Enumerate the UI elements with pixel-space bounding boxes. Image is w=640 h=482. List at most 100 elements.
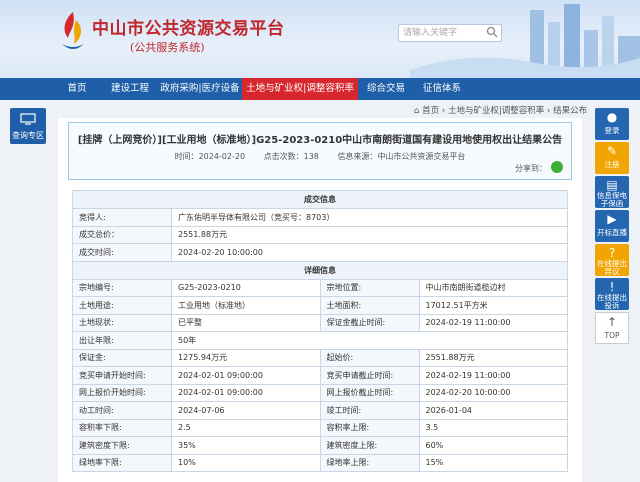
cell-label: 容积率下限:: [72, 418, 172, 437]
nav-item-procurement[interactable]: 政府采购|医疗设备: [158, 78, 242, 100]
click-count: 138: [303, 152, 319, 161]
right-toolbar: ● 登录 ✎ 注册 ▤ 信息保电子保函 ▶ 开标直播 ? 在线提出异议 ! 在线…: [595, 108, 629, 346]
monitor-icon: [20, 113, 36, 125]
complaint-label: 在线提出投诉: [597, 293, 627, 310]
cell-label: 成交时间:: [72, 243, 172, 262]
table-row: 宗地编号: G25-2023-0210 宗地位置: 中山市南朗街道榄边村: [72, 278, 568, 297]
cell-label: 容积率上限:: [319, 418, 420, 437]
nav-item-land[interactable]: 土地与矿业权|调整容积率: [242, 78, 358, 100]
table-row: 土地现状: 已平整 保证金截止时间: 2024-02-19 11:00:00: [72, 313, 568, 332]
document-icon: ▤: [606, 178, 618, 192]
play-icon: ▶: [607, 212, 617, 226]
site-header: 中山市公共资源交易平台 (公共服务系统) 请输入关键字: [0, 0, 640, 78]
objection-button[interactable]: ? 在线提出异议: [595, 244, 629, 276]
share-label: 分享到：: [515, 164, 547, 173]
site-title: 中山市公共资源交易平台: [92, 19, 285, 39]
cell-value: 3.5: [418, 418, 568, 437]
cell-label: 宗地位置:: [319, 278, 420, 297]
cell-label: 竣工时间:: [319, 401, 420, 420]
cell-value: 15%: [418, 453, 568, 472]
cell-value: 10%: [171, 453, 321, 472]
main-nav: 首页 建设工程 政府采购|医疗设备 土地与矿业权|调整容积率 综合交易 征信体系: [0, 78, 640, 100]
register-button[interactable]: ✎ 注册: [595, 142, 629, 174]
cell-label: 出让年限:: [72, 331, 172, 350]
cell-label: 绿地率下限:: [72, 453, 172, 472]
nav-item-credit[interactable]: 征信体系: [414, 78, 470, 100]
pen-icon: ✎: [606, 144, 618, 158]
query-zone-label: 查询专区: [12, 131, 44, 140]
source-label: 信息来源：: [337, 152, 378, 161]
back-to-top-button[interactable]: ↑ TOP: [595, 312, 629, 344]
live-opening-button[interactable]: ▶ 开标直播: [595, 210, 629, 242]
table-row: 保证金: 1275.94万元 起始价: 2551.88万元: [72, 348, 568, 367]
complaint-button[interactable]: ! 在线提出投诉: [595, 278, 629, 310]
cell-label: 保证金截止时间:: [319, 313, 420, 332]
cell-value: 17012.51平方米: [418, 296, 568, 315]
breadcrumb-level1[interactable]: 土地与矿业权|调整容积率: [448, 106, 544, 116]
top-label: TOP: [604, 331, 620, 340]
register-label: 注册: [604, 160, 620, 169]
cell-label: 土地面积:: [319, 296, 420, 315]
question-icon: ?: [608, 246, 616, 260]
info-source: 中山市公共资源交易平台: [377, 152, 466, 161]
objection-label: 在线提出异议: [597, 259, 627, 276]
cell-label: 宗地编号:: [72, 278, 172, 297]
search-icon[interactable]: [486, 26, 498, 38]
cell-value: 2551.88万元: [171, 225, 568, 244]
cell-label: 起始价:: [319, 348, 420, 367]
time-label: 时间：: [174, 152, 199, 161]
live-opening-label: 开标直播: [597, 228, 627, 237]
cell-value: 广东佑明半导体有限公司（竞买号：8703）: [171, 208, 568, 227]
table-row: 竞得人: 广东佑明半导体有限公司（竞买号：8703）: [72, 208, 568, 227]
arrow-up-icon: ↑: [606, 315, 618, 329]
announcement-meta: 时间：2024-02-20 点击次数：138 信息来源：中山市公共资源交易平台: [69, 151, 571, 162]
table-row: 竞买申请开始时间: 2024-02-01 09:00:00 竞买申请截止时间: …: [72, 366, 568, 385]
announcement-header: [挂牌（上网竞价）][工业用地（标准地）]G25-2023-0210中山市南朗街…: [68, 122, 572, 180]
site-logo: [62, 12, 84, 49]
cell-label: 网上报价截止时间:: [319, 383, 420, 402]
breadcrumb-home[interactable]: 首页: [422, 106, 439, 116]
cell-value: 2024-07-06: [171, 401, 321, 420]
table-row: 容积率下限: 2.5 容积率上限: 3.5: [72, 418, 568, 437]
cell-value: 2024-02-19 11:00:00: [418, 366, 568, 385]
cell-label: 建筑密度下限:: [72, 436, 172, 455]
cell-label: 土地现状:: [72, 313, 172, 332]
e-guarantee-button[interactable]: ▤ 信息保电子保函: [595, 176, 629, 208]
site-subtitle: (公共服务系统): [130, 41, 205, 54]
announcement-title: [挂牌（上网竞价）][工业用地（标准地）]G25-2023-0210中山市南朗街…: [77, 135, 563, 146]
nav-item-construction[interactable]: 建设工程: [102, 78, 158, 100]
cell-value: 35%: [171, 436, 321, 455]
table-row: 绿地率下限: 10% 绿地率上限: 15%: [72, 453, 568, 472]
section-detail-info: 详细信息: [72, 260, 568, 280]
query-zone-button[interactable]: 查询专区: [10, 108, 46, 144]
cell-label: 成交总价：: [72, 225, 172, 244]
section-deal-info: 成交信息: [72, 190, 568, 209]
table-row: 土地用途: 工业用地（标准地） 土地面积: 17012.51平方米: [72, 296, 568, 315]
cell-value: 已平整: [171, 313, 321, 332]
cell-label: 保证金:: [72, 348, 172, 367]
cell-label: 竞得人:: [72, 208, 172, 227]
table-row: 网上报价开始时间: 2024-02-01 09:00:00 网上报价截止时间: …: [72, 383, 568, 402]
nav-item-home[interactable]: 首页: [52, 78, 102, 100]
login-label: 登录: [604, 126, 620, 135]
cell-value: 中山市南朗街道榄边村: [418, 278, 568, 297]
cell-value: 60%: [418, 436, 568, 455]
table-row: 成交时间: 2024-02-20 10:00:00: [72, 243, 568, 262]
search-placeholder: 请输入关键字: [403, 28, 458, 38]
alert-icon: !: [609, 280, 615, 294]
result-table: 成交信息 竞得人: 广东佑明半导体有限公司（竞买号：8703） 成交总价： 25…: [72, 190, 568, 472]
cell-label: 网上报价开始时间:: [72, 383, 172, 402]
nav-item-comprehensive[interactable]: 综合交易: [358, 78, 414, 100]
clicks-label: 点击次数：: [263, 152, 304, 161]
wechat-share-icon[interactable]: [551, 161, 563, 173]
breadcrumb-level2[interactable]: 结果公布: [553, 106, 587, 116]
publish-time: 2024-02-20: [198, 152, 246, 161]
cell-value: G25-2023-0210: [171, 278, 321, 297]
login-button[interactable]: ● 登录: [595, 108, 629, 140]
table-row: 出让年限: 50年: [72, 331, 568, 350]
cell-value: 2024-02-01 09:00:00: [171, 366, 321, 385]
e-guarantee-label: 信息保电子保函: [597, 191, 627, 208]
cell-label: 竞买申请开始时间:: [72, 366, 172, 385]
cell-label: 建筑密度上限:: [319, 436, 420, 455]
cell-value: 2.5: [171, 418, 321, 437]
